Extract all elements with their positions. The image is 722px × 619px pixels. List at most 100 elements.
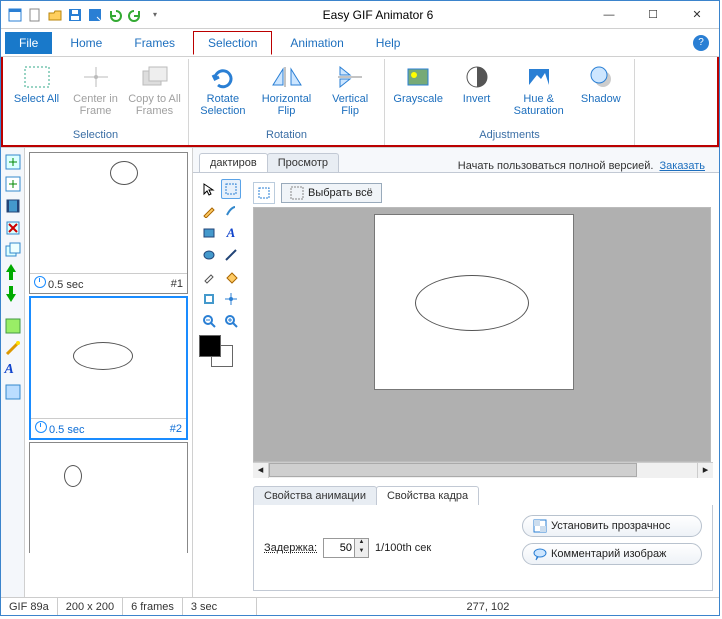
tab-animation[interactable]: Animation <box>276 32 357 54</box>
grayscale-button[interactable]: Grayscale <box>391 61 445 107</box>
file-menu[interactable]: File <box>5 32 52 54</box>
tab-frames[interactable]: Frames <box>120 32 189 54</box>
select-all-button[interactable]: Select All <box>9 61 64 107</box>
foreground-color[interactable] <box>199 335 221 357</box>
window-title: Easy GIF Animator 6 <box>169 8 587 22</box>
hue-saturation-button[interactable]: Hue & Saturation <box>508 61 570 119</box>
sel-rect-icon[interactable] <box>253 182 275 204</box>
ellipse-tool-icon[interactable] <box>199 245 219 265</box>
tab-frame-props[interactable]: Свойства кадра <box>376 486 479 505</box>
huesat-label: Hue & Saturation <box>508 93 570 117</box>
tab-preview[interactable]: Просмотр <box>267 153 339 172</box>
marquee-tool-icon[interactable] <box>221 179 241 199</box>
status-bar: GIF 89a 200 x 200 6 frames 3 sec 277, 10… <box>1 597 719 615</box>
status-size: 200 x 200 <box>58 598 123 615</box>
frame-2[interactable]: 0.5 sec #2 <box>29 296 188 440</box>
delay-input[interactable] <box>324 539 354 557</box>
move-tool-icon[interactable] <box>221 289 241 309</box>
maximize-button[interactable]: ☐ <box>631 1 675 29</box>
center-label: Center in Frame <box>68 93 123 117</box>
eyedropper-tool-icon[interactable] <box>199 267 219 287</box>
add-frame-icon[interactable] <box>5 154 21 170</box>
select-all-canvas-button[interactable]: Выбрать всё <box>281 183 382 203</box>
zoom-out-icon[interactable] <box>199 311 219 331</box>
set-transparency-label: Установить прозрачнос <box>551 520 670 532</box>
invert-button[interactable]: Invert <box>449 61 503 107</box>
text-icon[interactable]: A <box>5 362 21 378</box>
move-down-icon[interactable] <box>5 286 21 302</box>
tab-anim-props[interactable]: Свойства анимации <box>253 486 377 505</box>
horizontal-scrollbar[interactable]: ◂ ▸ <box>253 462 713 478</box>
duplicate-frame-icon[interactable] <box>5 242 21 258</box>
status-duration: 3 sec <box>183 598 257 615</box>
image-comment-button[interactable]: Комментарий изображ <box>522 543 702 565</box>
frame-1-num: #1 <box>171 278 183 290</box>
minimize-button[interactable]: — <box>587 1 631 29</box>
delete-frame-icon[interactable] <box>5 220 21 236</box>
pencil-tool-icon[interactable] <box>199 201 219 221</box>
copy-to-label: Copy to All Frames <box>127 93 182 117</box>
help-icon[interactable]: ? <box>693 35 709 51</box>
tab-editor[interactable]: дактиров <box>199 153 268 172</box>
canvas[interactable] <box>253 207 711 462</box>
add-blank-frame-icon[interactable] <box>5 176 21 192</box>
status-format: GIF 89a <box>1 598 58 615</box>
set-transparency-button[interactable]: Установить прозрачнос <box>522 515 702 537</box>
tab-help[interactable]: Help <box>362 32 415 54</box>
status-coords: 277, 102 <box>257 598 719 615</box>
copy-to-all-frames-button: Copy to All Frames <box>127 61 182 119</box>
delay-unit: 1/100th сек <box>375 542 431 554</box>
move-up-icon[interactable] <box>5 264 21 280</box>
group-adjustments-label: Adjustments <box>385 129 634 145</box>
magic-icon[interactable] <box>5 340 21 356</box>
fill-tool-icon[interactable] <box>221 267 241 287</box>
frame-2-delay: 0.5 sec <box>49 424 84 436</box>
group-selection-label: Selection <box>3 129 188 145</box>
edit-frame-icon[interactable] <box>5 318 21 334</box>
tab-home[interactable]: Home <box>56 32 116 54</box>
app-icon <box>7 7 23 23</box>
delay-label: Задержка: <box>264 542 317 554</box>
shadow-button[interactable]: Shadow <box>574 61 628 107</box>
rect-tool-icon[interactable] <box>199 223 219 243</box>
image-comment-label: Комментарий изображ <box>551 548 666 560</box>
spin-down[interactable]: ▼ <box>354 548 368 557</box>
frames-panel: 0.5 sec #1 0.5 sec #2 <box>25 148 193 597</box>
rotate-label: Rotate Selection <box>195 93 251 117</box>
open-icon[interactable] <box>47 7 63 23</box>
crop-tool-icon[interactable] <box>199 289 219 309</box>
film-icon[interactable] <box>5 198 21 214</box>
spin-up[interactable]: ▲ <box>354 539 368 548</box>
rotate-selection-button[interactable]: Rotate Selection <box>195 61 251 119</box>
frame-1[interactable]: 0.5 sec #1 <box>29 152 188 294</box>
frame-toolbar: A <box>1 148 25 597</box>
order-link[interactable]: Заказать <box>660 160 706 172</box>
italic-text-icon[interactable]: A <box>221 223 241 243</box>
horizontal-flip-button[interactable]: Horizontal Flip <box>255 61 318 119</box>
export-icon[interactable] <box>5 384 21 400</box>
invert-label: Invert <box>463 93 491 105</box>
brush-tool-icon[interactable] <box>221 201 241 221</box>
center-in-frame-button: Center in Frame <box>68 61 123 119</box>
tab-selection[interactable]: Selection <box>193 31 272 55</box>
vflip-label: Vertical Flip <box>322 93 378 117</box>
color-swatches[interactable] <box>199 335 243 367</box>
vertical-flip-button[interactable]: Vertical Flip <box>322 61 378 119</box>
redo-icon[interactable] <box>127 7 143 23</box>
save-icon[interactable] <box>67 7 83 23</box>
new-icon[interactable] <box>27 7 43 23</box>
frame-2-num: #2 <box>170 423 182 435</box>
hflip-label: Horizontal Flip <box>255 93 318 117</box>
close-button[interactable]: ✕ <box>675 1 719 29</box>
saveas-icon[interactable] <box>87 7 103 23</box>
select-all-label: Select All <box>14 93 59 105</box>
delay-spinner[interactable]: ▲▼ <box>323 538 369 558</box>
pointer-tool-icon[interactable] <box>199 179 219 199</box>
zoom-in-icon[interactable] <box>221 311 241 331</box>
frame-3[interactable] <box>29 442 188 553</box>
qat-dropdown-icon[interactable]: ▾ <box>147 7 163 23</box>
line-tool-icon[interactable] <box>221 245 241 265</box>
undo-icon[interactable] <box>107 7 123 23</box>
frame-1-delay: 0.5 sec <box>48 279 83 291</box>
status-frames: 6 frames <box>123 598 183 615</box>
